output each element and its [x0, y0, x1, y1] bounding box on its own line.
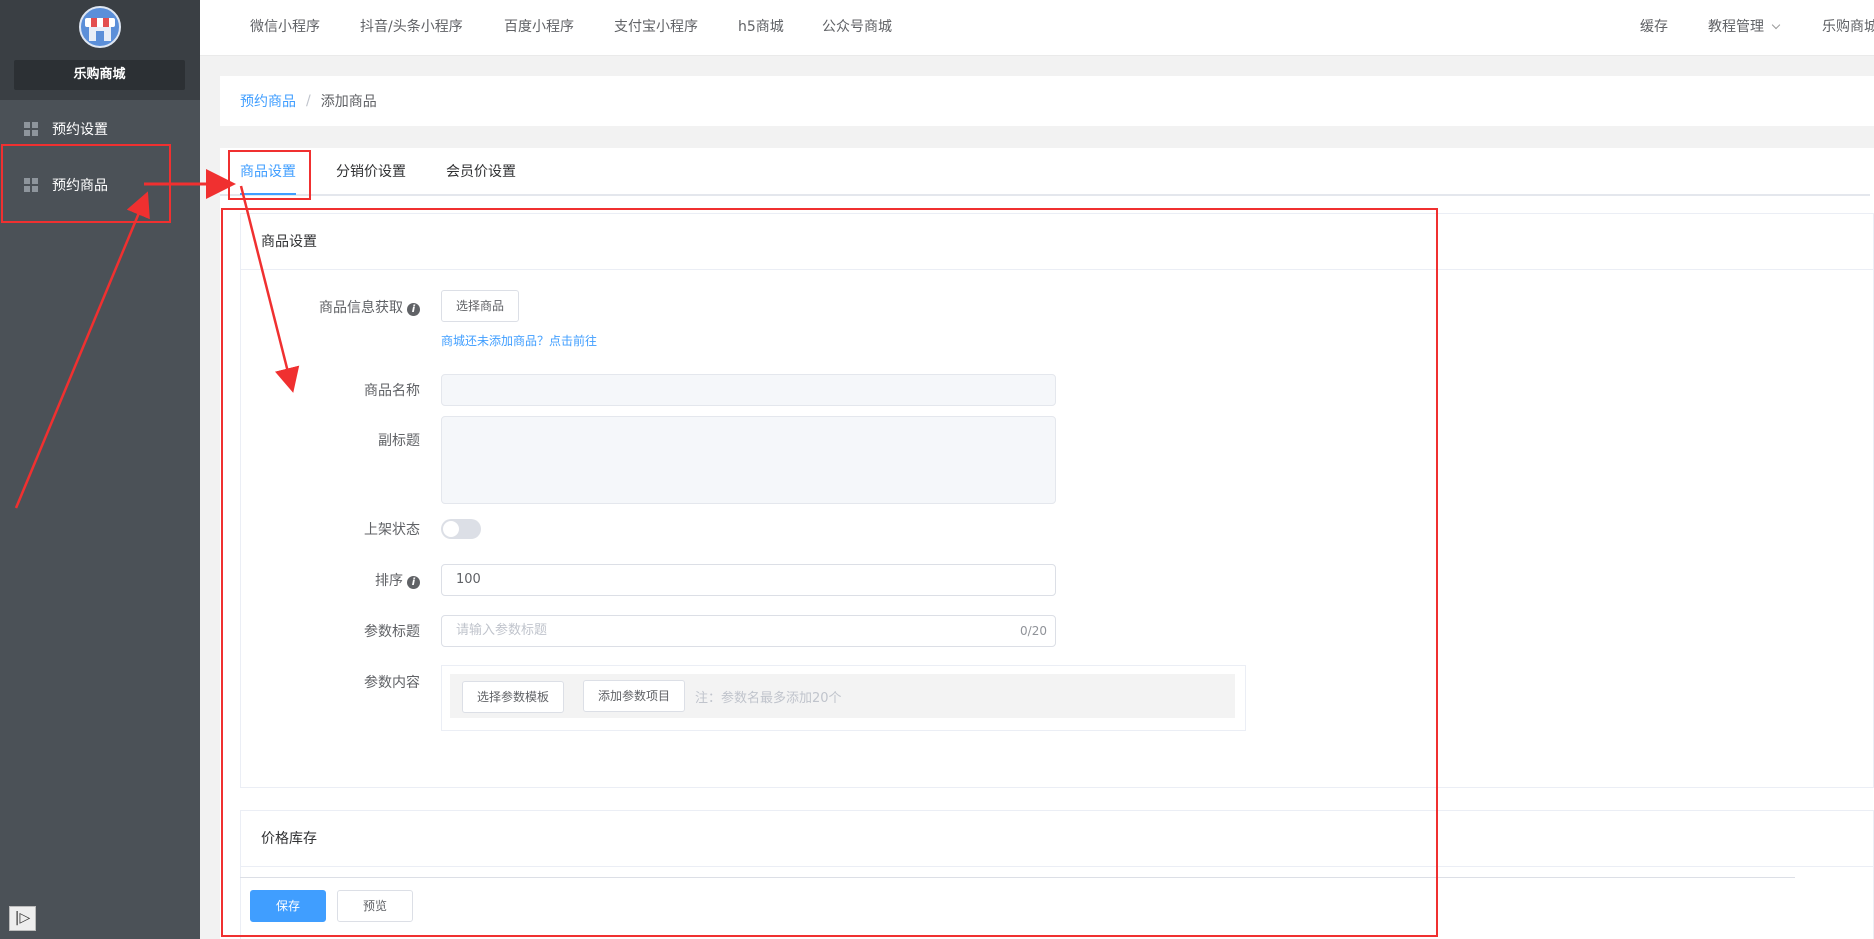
store-logo[interactable]: [79, 6, 121, 48]
subtitle-textarea[interactable]: [441, 416, 1056, 504]
fetch-label-text: 商品信息获取: [319, 300, 403, 316]
param-note: 注：参数名最多添加20个: [695, 691, 842, 706]
tab-goods-settings[interactable]: 商品设置: [240, 148, 296, 196]
main-card: 商品设置 分销价设置 会员价设置 商品设置 商品信息获取 i 选择商品 商城还未添…: [220, 148, 1874, 939]
section-title: 商品设置: [241, 214, 1873, 270]
save-button[interactable]: 保存: [250, 890, 326, 922]
sidebar-item-label: 预约设置: [52, 122, 108, 138]
tab-distribution-price[interactable]: 分销价设置: [336, 148, 406, 196]
param-title-label: 参数标题: [364, 624, 420, 640]
status-label: 上架状态: [364, 522, 420, 538]
select-template-button[interactable]: 选择参数模板: [462, 681, 565, 713]
tab-active-indicator: [240, 193, 296, 195]
sidebar-item-appointment-settings[interactable]: 预约设置: [0, 104, 200, 154]
param-title-placeholder: 请输入参数标题: [456, 623, 548, 638]
top-link-baidu[interactable]: 百度小程序: [504, 0, 574, 56]
param-toolbar: 选择参数模板 添加参数项目 注：参数名最多添加20个: [450, 674, 1235, 718]
char-counter: 0/20: [1020, 624, 1047, 638]
param-content-box: 选择参数模板 添加参数项目 注：参数名最多添加20个: [441, 665, 1246, 731]
param-title-input[interactable]: 请输入参数标题 0/20: [441, 615, 1056, 647]
chevron-down-icon: [1771, 20, 1781, 30]
sort-input[interactable]: 100: [441, 564, 1056, 596]
sidebar-item-appointment-goods[interactable]: 预约商品: [0, 160, 200, 210]
top-link-h5[interactable]: h5商城: [738, 0, 784, 56]
grid-icon: [24, 122, 38, 136]
add-param-button[interactable]: 添加参数项目: [583, 680, 686, 712]
breadcrumb-current: 添加商品: [320, 94, 377, 110]
top-link-douyin[interactable]: 抖音/头条小程序: [360, 0, 463, 56]
top-link-alipay[interactable]: 支付宝小程序: [614, 0, 698, 56]
sort-label-text: 排序: [375, 573, 403, 589]
section-goods-settings: 商品设置 商品信息获取 i 选择商品 商城还未添加商品？点击前往 商品名称 副标题…: [240, 213, 1874, 788]
tutorial-menu[interactable]: 教程管理: [1708, 0, 1781, 56]
status-toggle[interactable]: [441, 519, 481, 539]
sidebar: 乐购商城 预约设置 预约商品 |▷: [0, 0, 200, 939]
top-bar: 微信小程序 抖音/头条小程序 百度小程序 支付宝小程序 h5商城 公众号商城 缓…: [200, 0, 1874, 56]
sidebar-header: 乐购商城: [0, 0, 200, 100]
goods-name-label: 商品名称: [364, 383, 420, 399]
add-goods-link[interactable]: 商城还未添加商品？点击前往: [441, 332, 597, 349]
goods-name-field[interactable]: [441, 374, 1056, 406]
param-content-label: 参数内容: [364, 675, 420, 691]
store-name: 乐购商城: [14, 60, 185, 90]
top-link-wechat[interactable]: 微信小程序: [250, 0, 320, 56]
sidebar-item-label: 预约商品: [52, 178, 108, 194]
sort-label: 排序 i: [301, 570, 420, 590]
top-link-official-account[interactable]: 公众号商城: [822, 0, 892, 56]
subtitle-label: 副标题: [378, 433, 420, 449]
preview-button[interactable]: 预览: [337, 890, 413, 922]
grid-icon: [24, 178, 38, 192]
breadcrumb: 预约商品 / 添加商品: [220, 76, 1874, 126]
fetch-label: 商品信息获取 i: [301, 297, 420, 317]
cache-button[interactable]: 缓存: [1640, 0, 1668, 56]
footer-divider: [240, 877, 1795, 878]
breadcrumb-separator: /: [306, 93, 311, 109]
user-menu[interactable]: 乐购商城: [1822, 0, 1874, 56]
select-goods-button[interactable]: 选择商品: [441, 290, 520, 322]
tutorial-menu-label: 教程管理: [1708, 19, 1764, 35]
tab-member-price[interactable]: 会员价设置: [446, 148, 516, 196]
info-icon[interactable]: i: [407, 576, 420, 589]
tab-bar: 商品设置 分销价设置 会员价设置: [220, 148, 1870, 196]
section-title: 价格库存: [241, 811, 1873, 867]
section-price-stock: 价格库存: [240, 810, 1874, 939]
breadcrumb-parent[interactable]: 预约商品: [240, 91, 296, 111]
info-icon[interactable]: i: [407, 303, 420, 316]
collapse-icon[interactable]: |▷: [9, 906, 36, 931]
